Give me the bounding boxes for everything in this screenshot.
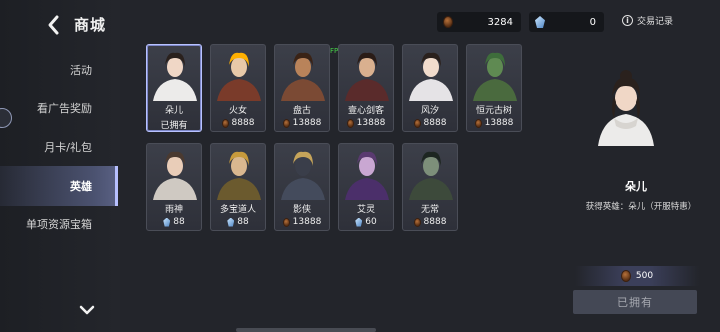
sidebar-item-monthly-card[interactable]: 月卡/礼包: [0, 127, 118, 167]
hero-name: 壹心剑客: [347, 106, 384, 116]
hero-price-value: 60: [365, 217, 377, 227]
page-title: 商城: [74, 16, 107, 34]
transaction-history-label: 交易记录: [637, 17, 674, 27]
hero-price: 88: [147, 217, 201, 227]
hero-price: 8888: [403, 217, 457, 227]
hero-price: 88: [211, 217, 265, 227]
hero-price: 已拥有: [147, 118, 201, 131]
hero-portrait: [339, 45, 393, 101]
crystal-balance-value: 0: [589, 16, 596, 28]
coin-icon: [282, 118, 290, 128]
info-icon: i: [622, 15, 633, 26]
hero-price-value: 13888: [484, 118, 514, 128]
hero-price: 13888: [275, 217, 329, 227]
hero-card-wuchang[interactable]: 无常 8888: [402, 143, 458, 231]
hero-name: 风汐: [420, 106, 439, 116]
coin-icon: [413, 118, 421, 128]
hero-price-value: 13888: [356, 118, 386, 128]
hero-name: 无常: [420, 205, 439, 215]
hero-price-value: 88: [173, 217, 185, 227]
hero-price: 8888: [403, 118, 457, 128]
hero-card-ailing[interactable]: 艾灵 60: [338, 143, 394, 231]
hero-card-yushen[interactable]: 雨神 88: [146, 143, 202, 231]
sidebar-item-label: 英雄: [70, 180, 92, 193]
sidebar-item-label: 活动: [70, 64, 92, 77]
hero-name: 多宝道人: [219, 205, 256, 215]
hero-name: 恒元古树: [475, 106, 512, 116]
selected-hero-description: 获得英雄：朵儿（开服特惠）: [585, 202, 697, 212]
hero-card-hengyuan-gushu[interactable]: 恒元古树 13888: [466, 44, 522, 132]
crystal-balance: 0: [529, 12, 604, 32]
crystal-icon: [163, 217, 171, 227]
sidebar-item-label: 月卡/礼包: [44, 141, 92, 154]
hero-card-huonv[interactable]: 火女 8888: [210, 44, 266, 132]
hero-portrait: [211, 45, 265, 101]
coin-icon: [282, 217, 290, 227]
hero-price-value: 8888: [231, 118, 255, 128]
hero-price-value: 13888: [292, 118, 322, 128]
sidebar-item-ad-rewards[interactable]: 看广告奖励: [0, 88, 118, 128]
home-indicator: [236, 328, 376, 332]
chevron-down-icon[interactable]: [78, 302, 96, 316]
coin-icon: [346, 118, 354, 128]
hero-price: 13888: [339, 118, 393, 128]
hero-name: 艾灵: [356, 205, 375, 215]
coin-icon: [221, 118, 229, 128]
hero-portrait: [403, 144, 457, 200]
hero-name: 雨神: [164, 205, 183, 215]
hero-card-fengxi[interactable]: 风汐 8888: [402, 44, 458, 132]
hero-name: 火女: [228, 106, 247, 116]
hero-card-pangu[interactable]: 盘古 13888: [274, 44, 330, 132]
sidebar-item-heroes[interactable]: 英雄: [0, 166, 118, 206]
hero-portrait: [211, 144, 265, 200]
owned-button[interactable]: 已拥有: [573, 290, 697, 314]
crystal-icon: [355, 217, 363, 227]
selected-hero-price: 500: [575, 266, 699, 286]
sidebar-item-label: 单项资源宝箱: [26, 218, 92, 231]
hero-preview-portrait: [588, 66, 664, 146]
hero-portrait: [275, 144, 329, 200]
sidebar-item-events[interactable]: 活动: [0, 50, 118, 90]
coin-balance: 3284: [437, 12, 521, 32]
hero-portrait: [147, 144, 201, 200]
hero-portrait: [339, 144, 393, 200]
transaction-history-link[interactable]: i 交易记录: [622, 14, 673, 27]
coin-icon: [443, 16, 453, 28]
sidebar-item-label: 看广告奖励: [37, 102, 92, 115]
hero-name: 朵儿: [164, 106, 183, 116]
coin-balance-value: 3284: [487, 16, 513, 28]
hero-price-value: 8888: [423, 217, 447, 227]
hero-price-value: 8888: [423, 118, 447, 128]
crystal-icon: [227, 217, 235, 227]
hero-card-duoer[interactable]: 朵儿 已拥有: [146, 44, 202, 132]
hero-card-yixin-jianke[interactable]: 壹心剑客 13888: [338, 44, 394, 132]
selected-hero-price-value: 500: [635, 271, 654, 281]
sidebar-item-resource-chest[interactable]: 单项资源宝箱: [0, 204, 118, 244]
hero-portrait: [403, 45, 457, 101]
coin-icon: [474, 118, 482, 128]
hero-name: 影侠: [292, 205, 311, 215]
crystal-icon: [535, 16, 545, 28]
coin-icon: [413, 217, 421, 227]
selected-hero-name: 朵儿: [625, 180, 647, 193]
hero-price-value: 已拥有: [160, 121, 188, 131]
coin-icon: [620, 270, 631, 282]
hero-price-value: 88: [237, 217, 249, 227]
sidebar: 商城 活动 看广告奖励 月卡/礼包 英雄 单项资源宝箱: [0, 0, 120, 332]
hero-price: 13888: [467, 118, 521, 128]
hero-name: 盘古: [292, 106, 311, 116]
hero-card-duobao-daoren[interactable]: 多宝道人 88: [210, 143, 266, 231]
hero-portrait: [147, 45, 201, 101]
hero-portrait: [467, 45, 521, 101]
hero-portrait: [275, 45, 329, 101]
hero-price: 8888: [211, 118, 265, 128]
hero-price: 60: [339, 217, 393, 227]
hero-price: 13888: [275, 118, 329, 128]
hero-price-value: 13888: [292, 217, 322, 227]
hero-card-yingxia[interactable]: 影侠 13888: [274, 143, 330, 231]
back-arrow-icon[interactable]: [44, 14, 64, 36]
